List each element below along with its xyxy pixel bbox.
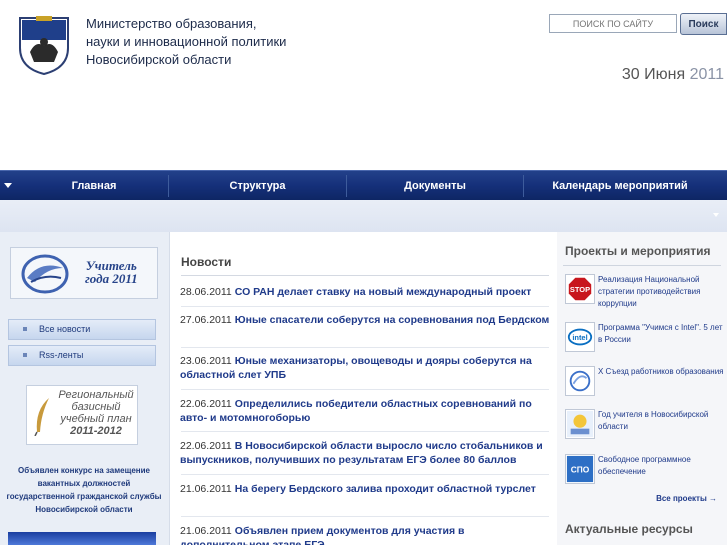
projects-divider — [563, 265, 721, 266]
ministry-line-1: Министерство образования, — [86, 16, 257, 31]
ministry-line-3: Новосибирской области — [86, 52, 232, 67]
intel-icon: intel — [565, 322, 595, 352]
bullet-icon — [23, 327, 27, 331]
news-date: 21.06.2011 — [180, 525, 232, 537]
plan-line-3: учебный план — [60, 413, 132, 425]
congress-icon — [565, 366, 595, 396]
news-link[interactable]: Юные механизаторы, овощеводы и дояры соб… — [180, 355, 532, 381]
news-link[interactable]: СО РАН делает ставку на новый международ… — [235, 286, 531, 298]
news-date: 27.06.2011 — [180, 314, 232, 326]
regional-curriculum-banner[interactable]: Региональный базисный учебный план 2011-… — [26, 385, 138, 445]
svg-text:СПО: СПО — [571, 465, 590, 475]
sub-nav-bar — [0, 200, 727, 232]
coat-of-arms-icon[interactable] — [14, 12, 74, 76]
news-date: 22.06.2011 — [180, 398, 232, 410]
current-date: 30 Июня 2011 — [622, 66, 724, 84]
nav-item-documents[interactable]: Документы — [347, 171, 523, 201]
ministry-name[interactable]: Министерство образования, науки и иннова… — [86, 15, 286, 69]
teacher-of-year-text: Учитель года 2011 — [85, 259, 138, 285]
header: Министерство образования, науки и иннова… — [0, 0, 727, 172]
news-item: 21.06.2011 На берегу Бердского залива про… — [180, 482, 550, 496]
news-date: 28.06.2011 — [180, 286, 232, 298]
all-news-link[interactable]: Все новости — [8, 319, 156, 340]
teacher-banner-line-2: года 2011 — [85, 271, 138, 286]
news-divider — [181, 516, 549, 517]
nav-arrow-icon[interactable] — [4, 183, 12, 188]
rss-feeds-label: Rss-ленты — [39, 350, 84, 360]
svg-text:STOP: STOP — [570, 285, 590, 294]
all-projects-link[interactable]: Все проекты → — [656, 494, 717, 503]
nav-item-structure[interactable]: Структура — [169, 171, 346, 201]
news-heading: Новости — [181, 255, 232, 269]
news-date: 22.06.2011 — [180, 440, 232, 452]
subnav-arrow-icon[interactable] — [713, 213, 719, 217]
teacher-year-icon — [565, 409, 595, 439]
left-sidebar: Учитель года 2011 Все новости Rss-ленты … — [0, 232, 170, 545]
news-section: Новости 28.06.2011 СО РАН делает ставку н… — [173, 241, 555, 545]
news-date: 21.06.2011 — [180, 483, 232, 495]
news-item: 22.06.2011 Определились победители област… — [180, 397, 550, 425]
teacher-of-year-banner[interactable]: Учитель года 2011 — [10, 247, 158, 299]
regional-curriculum-text: Региональный базисный учебный план 2011-… — [55, 389, 137, 437]
project-text: X Съезд работников образования — [598, 367, 724, 376]
news-divider — [181, 347, 549, 348]
main-nav: Главная Структура Документы Календарь ме… — [0, 170, 727, 200]
news-divider — [181, 474, 549, 475]
news-link[interactable]: Определились победители областных соревн… — [180, 398, 532, 424]
news-divider — [181, 306, 549, 307]
date-day-month: 30 Июня — [621, 66, 686, 83]
bullet-icon — [23, 353, 27, 357]
vacancy-contest-link[interactable]: Объявлен конкурс на замещение вакантных … — [4, 464, 164, 516]
bottom-banner[interactable] — [8, 532, 156, 545]
plan-line-1: Региональный — [58, 389, 134, 401]
spo-icon: СПО — [565, 454, 595, 484]
nav-item-calendar[interactable]: Календарь мероприятий — [524, 171, 716, 201]
news-link[interactable]: В Новосибирской области выросло число ст… — [180, 440, 543, 466]
svg-text:intel: intel — [572, 333, 587, 342]
project-text: Свободное программное обеспечение — [598, 455, 691, 476]
resources-heading: Актуальные ресурсы — [565, 522, 693, 536]
project-text: Год учителя в Новосибирской области — [598, 410, 709, 431]
project-text: Реализация Национальной стратегии против… — [598, 275, 701, 308]
news-item: 21.06.2011 Объявлен прием документов для … — [180, 524, 550, 545]
search-input[interactable] — [549, 14, 677, 33]
news-divider — [181, 431, 549, 432]
feather-pen-icon — [34, 398, 49, 436]
plan-line-2: базисный — [71, 401, 121, 413]
plan-line-4: 2011-2012 — [70, 425, 122, 437]
news-item: 28.06.2011 СО РАН делает ставку на новый … — [180, 285, 550, 299]
news-divider — [181, 389, 549, 390]
project-text: Программа "Учимся с Intel". 5 лет в Росс… — [598, 323, 723, 344]
news-link[interactable]: Юные спасатели соберутся на соревнования… — [235, 314, 550, 326]
stop-corruption-icon: STOP — [565, 274, 595, 304]
rss-feeds-link[interactable]: Rss-ленты — [8, 345, 156, 366]
date-year: 2011 — [689, 66, 724, 83]
search-button[interactable]: Поиск — [680, 13, 727, 35]
news-item: 23.06.2011 Юные механизаторы, овощеводы и… — [180, 354, 550, 382]
projects-heading: Проекты и мероприятия — [565, 244, 711, 258]
teacher-of-year-logo-icon — [21, 254, 69, 294]
news-date: 23.06.2011 — [180, 355, 232, 367]
news-heading-divider — [181, 275, 549, 276]
news-item: 22.06.2011 В Новосибирской области выросл… — [180, 439, 550, 467]
nav-item-home[interactable]: Главная — [20, 171, 168, 201]
ministry-line-2: науки и инновационной политики — [86, 34, 287, 49]
all-news-label: Все новости — [39, 324, 91, 334]
right-sidebar: Проекты и мероприятия STOP Реализация На… — [557, 232, 727, 545]
news-item: 27.06.2011 Юные спасатели соберутся на со… — [180, 313, 550, 327]
news-link[interactable]: На берегу Бердского залива проходит обла… — [235, 483, 536, 495]
